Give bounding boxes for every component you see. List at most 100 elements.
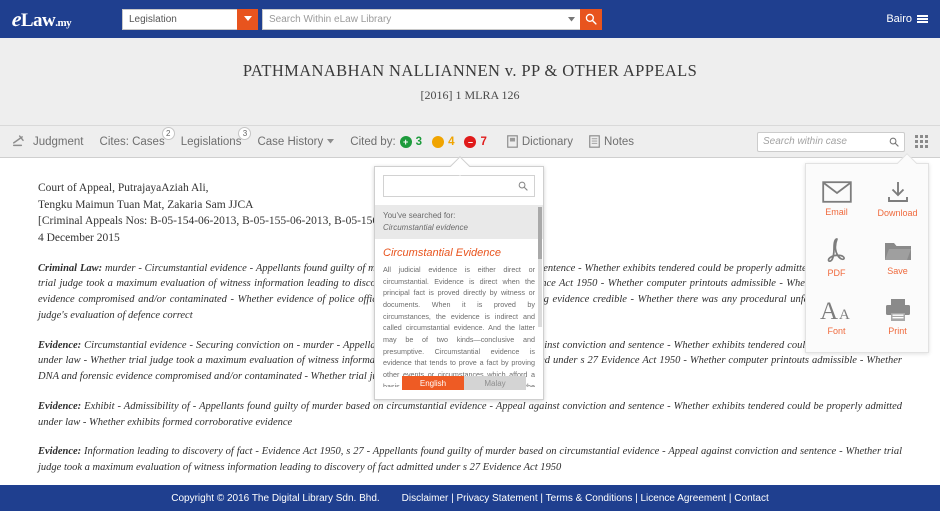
- footer-separator: |: [538, 493, 546, 504]
- global-search-group: Legislation Search Within eLaw Library: [122, 9, 602, 30]
- search-icon[interactable]: [518, 181, 528, 191]
- search-submit-button[interactable]: [580, 9, 602, 30]
- tab-dictionary-label: Dictionary: [522, 136, 573, 148]
- dictionary-searched-notice: You've searched for: Circumstantial evid…: [375, 205, 543, 239]
- case-toolbar: Judgment Cites: Cases 2 Legislations 3 C…: [0, 126, 940, 158]
- tab-case-history[interactable]: Case History: [257, 136, 334, 148]
- case-title-band: PATHMANABHAN NALLIANNEN v. PP & OTHER AP…: [0, 38, 940, 126]
- grid-apps-icon[interactable]: [915, 135, 928, 148]
- footer-links: Disclaimer | Privacy Statement | Terms &…: [402, 493, 769, 504]
- footer-link[interactable]: Contact: [734, 493, 768, 504]
- action-print-label: Print: [888, 326, 907, 336]
- page-title: PATHMANABHAN NALLIANNEN v. PP & OTHER AP…: [243, 61, 697, 81]
- catchword-text: Exhibit - Admissibility of - Appellants …: [38, 401, 902, 428]
- download-icon: [886, 180, 910, 204]
- search-options-caret-icon[interactable]: [562, 9, 580, 30]
- catchword-paragraph: Evidence: Exhibit - Admissibility of - A…: [38, 399, 902, 431]
- catchword-lead: Evidence:: [38, 401, 81, 412]
- case-citation: [2016] 1 MLRA 126: [421, 88, 520, 103]
- cited-by-negative-count: 7: [480, 136, 486, 148]
- action-email-label: Email: [825, 207, 848, 217]
- tab-legislations[interactable]: Legislations 3: [181, 136, 242, 148]
- notes-icon: [589, 135, 600, 148]
- chevron-down-icon[interactable]: [237, 9, 258, 30]
- tab-dictionary[interactable]: Dictionary: [507, 135, 573, 148]
- logo-text: eLaw.my: [12, 7, 71, 32]
- language-english-button[interactable]: English: [402, 376, 464, 390]
- user-name-label: Bairo: [886, 13, 912, 25]
- chevron-down-icon: [327, 139, 334, 144]
- legislations-count-badge: 3: [238, 127, 251, 140]
- action-pdf-label: PDF: [828, 268, 846, 278]
- cited-by-positive-count: 3: [416, 136, 422, 148]
- tab-legislations-label: Legislations: [181, 136, 242, 148]
- cited-by-neutral-count: 4: [448, 136, 454, 148]
- dictionary-scrollbar[interactable]: [538, 207, 542, 327]
- page-footer: Copyright © 2016 The Digital Library Sdn…: [0, 485, 940, 511]
- copyright-text: Copyright © 2016 The Digital Library Sdn…: [171, 493, 379, 504]
- search-icon[interactable]: [889, 137, 899, 147]
- language-malay-button[interactable]: Malay: [464, 376, 526, 390]
- top-navigation-bar: eLaw.my Legislation Search Within eLaw L…: [0, 0, 940, 38]
- tab-judgment[interactable]: Judgment: [12, 135, 84, 149]
- dictionary-definition-body: Circumstantial Evidence All judicial evi…: [375, 239, 543, 387]
- tab-judgment-label: Judgment: [33, 136, 84, 148]
- searched-term: Circumstantial evidence: [383, 222, 535, 234]
- footer-separator: |: [632, 493, 640, 504]
- cites-cases-count-badge: 2: [162, 127, 175, 140]
- user-menu[interactable]: Bairo: [886, 13, 928, 25]
- catchword-paragraph: Evidence: Information leading to discove…: [38, 444, 902, 476]
- cited-by-negative-icon[interactable]: –: [464, 136, 476, 148]
- action-download-label: Download: [877, 208, 917, 218]
- footer-link[interactable]: Disclaimer: [402, 493, 449, 504]
- action-save[interactable]: Save: [867, 229, 928, 288]
- catchword-lead: Evidence:: [38, 446, 81, 457]
- action-font[interactable]: A A Font: [806, 287, 867, 346]
- gavel-icon: [12, 135, 29, 149]
- email-icon: [822, 181, 852, 203]
- tab-case-history-label: Case History: [257, 136, 323, 148]
- cited-by-neutral-icon[interactable]: [432, 136, 444, 148]
- pdf-icon: [825, 238, 849, 264]
- search-category-select[interactable]: Legislation: [122, 9, 237, 30]
- font-size-icon: A A: [820, 298, 854, 322]
- footer-link[interactable]: Privacy Statement: [457, 493, 538, 504]
- action-print[interactable]: Print: [867, 287, 928, 346]
- svg-text:A: A: [820, 298, 838, 322]
- tab-cites-cases-label: Cites: Cases: [100, 136, 165, 148]
- dictionary-term-title: Circumstantial Evidence: [383, 247, 535, 259]
- dictionary-definition-text: All judicial evidence is either direct o…: [383, 264, 535, 387]
- action-email[interactable]: Email: [806, 170, 867, 229]
- tab-notes-label: Notes: [604, 136, 634, 148]
- footer-separator: |: [448, 493, 456, 504]
- logo-main-text: Law: [21, 10, 55, 31]
- search-within-case-input[interactable]: Search within case: [757, 132, 905, 152]
- searched-for-label: You've searched for:: [383, 211, 455, 220]
- footer-link[interactable]: Terms & Conditions: [546, 493, 633, 504]
- footer-link[interactable]: Licence Agreement: [641, 493, 727, 504]
- search-within-case-placeholder: Search within case: [763, 136, 889, 147]
- action-download[interactable]: Download: [867, 170, 928, 229]
- hamburger-menu-icon[interactable]: [917, 15, 928, 23]
- catchword-text: Information leading to discovery of fact…: [38, 446, 902, 473]
- dictionary-search-input[interactable]: [383, 175, 535, 197]
- tab-notes[interactable]: Notes: [589, 135, 634, 148]
- svg-text:A: A: [839, 307, 850, 322]
- global-search-input[interactable]: Search Within eLaw Library: [262, 9, 562, 30]
- dictionary-language-toggle: English Malay: [402, 376, 526, 390]
- catchword-lead: Criminal Law:: [38, 263, 102, 274]
- document-actions-panel: Email Download PDF Save A A Font: [805, 163, 929, 353]
- action-font-label: Font: [827, 326, 845, 336]
- cited-by-label: Cited by:: [350, 136, 395, 148]
- action-save-label: Save: [887, 266, 908, 276]
- cited-by-group: Cited by: + 3 4 – 7: [350, 136, 493, 148]
- elaw-logo[interactable]: eLaw.my: [12, 7, 108, 32]
- dictionary-icon: [507, 135, 518, 148]
- dictionary-popup: You've searched for: Circumstantial evid…: [374, 166, 544, 400]
- folder-save-icon: [884, 240, 912, 262]
- cited-by-positive-icon[interactable]: +: [400, 136, 412, 148]
- print-icon: [885, 298, 911, 322]
- tab-cites-cases[interactable]: Cites: Cases 2: [100, 136, 165, 148]
- action-pdf[interactable]: PDF: [806, 229, 867, 288]
- catchword-lead: Evidence:: [38, 340, 81, 351]
